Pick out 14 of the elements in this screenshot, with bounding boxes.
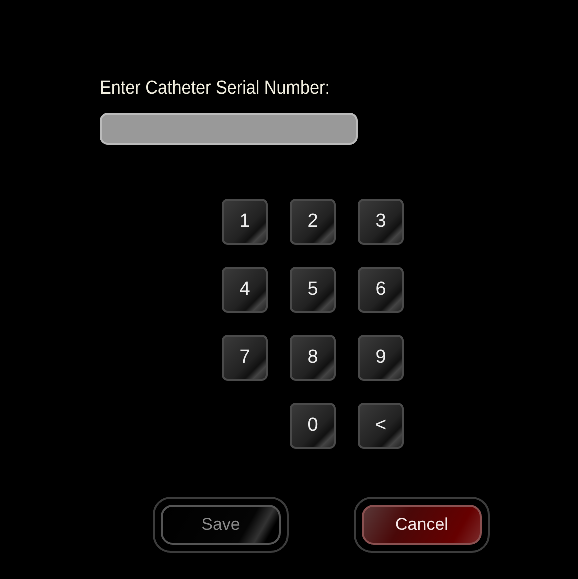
keypad-key[interactable]: 7 bbox=[222, 335, 268, 381]
cancel-button[interactable]: Cancel bbox=[362, 505, 482, 545]
serial-input-field[interactable] bbox=[100, 113, 358, 145]
keypad-key[interactable]: 0 bbox=[290, 403, 336, 449]
keypad-key[interactable]: 2 bbox=[290, 199, 336, 245]
prompt-label: Enter Catheter Serial Number: bbox=[100, 78, 331, 101]
keypad-key[interactable]: < bbox=[358, 403, 404, 449]
keypad-key[interactable]: 8 bbox=[290, 335, 336, 381]
keypad-key[interactable]: 4 bbox=[222, 267, 268, 313]
keypad-key[interactable]: 3 bbox=[358, 199, 404, 245]
keypad-key[interactable]: 6 bbox=[358, 267, 404, 313]
keypad-key[interactable]: 9 bbox=[358, 335, 404, 381]
keypad-key[interactable]: 5 bbox=[290, 267, 336, 313]
keypad-key[interactable]: 1 bbox=[222, 199, 268, 245]
